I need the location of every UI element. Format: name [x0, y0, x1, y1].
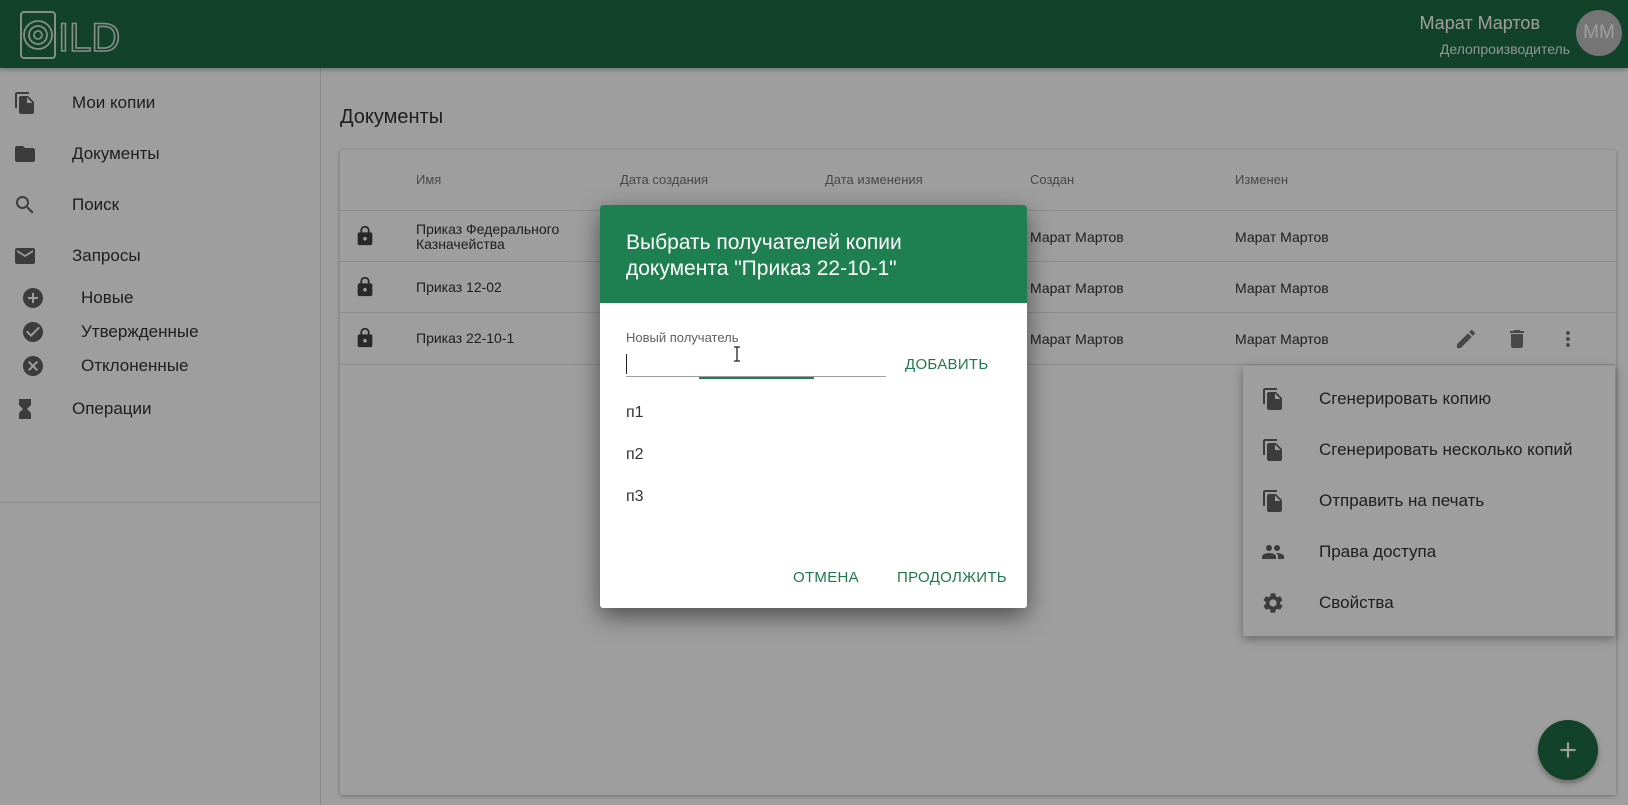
- dialog-title: Выбрать получателей копии документа "При…: [626, 231, 902, 280]
- recipient-field-label: Новый получатель: [626, 330, 739, 345]
- dialog-header: Выбрать получателей копии документа "При…: [600, 205, 1027, 303]
- add-recipient-button[interactable]: ДОБАВИТЬ: [905, 356, 989, 373]
- select-recipients-dialog: Выбрать получателей копии документа "При…: [600, 205, 1027, 608]
- recipient-item[interactable]: п1: [626, 404, 644, 422]
- text-cursor-icon: [734, 346, 740, 362]
- recipient-input[interactable]: [626, 350, 886, 377]
- input-focus-indicator: [699, 377, 814, 379]
- text-caret: [626, 354, 627, 374]
- cancel-button[interactable]: ОТМЕНА: [793, 569, 859, 586]
- recipient-item[interactable]: п3: [626, 488, 644, 506]
- recipient-item[interactable]: п2: [626, 446, 644, 464]
- continue-button[interactable]: ПРОДОЛЖИТЬ: [897, 569, 1007, 586]
